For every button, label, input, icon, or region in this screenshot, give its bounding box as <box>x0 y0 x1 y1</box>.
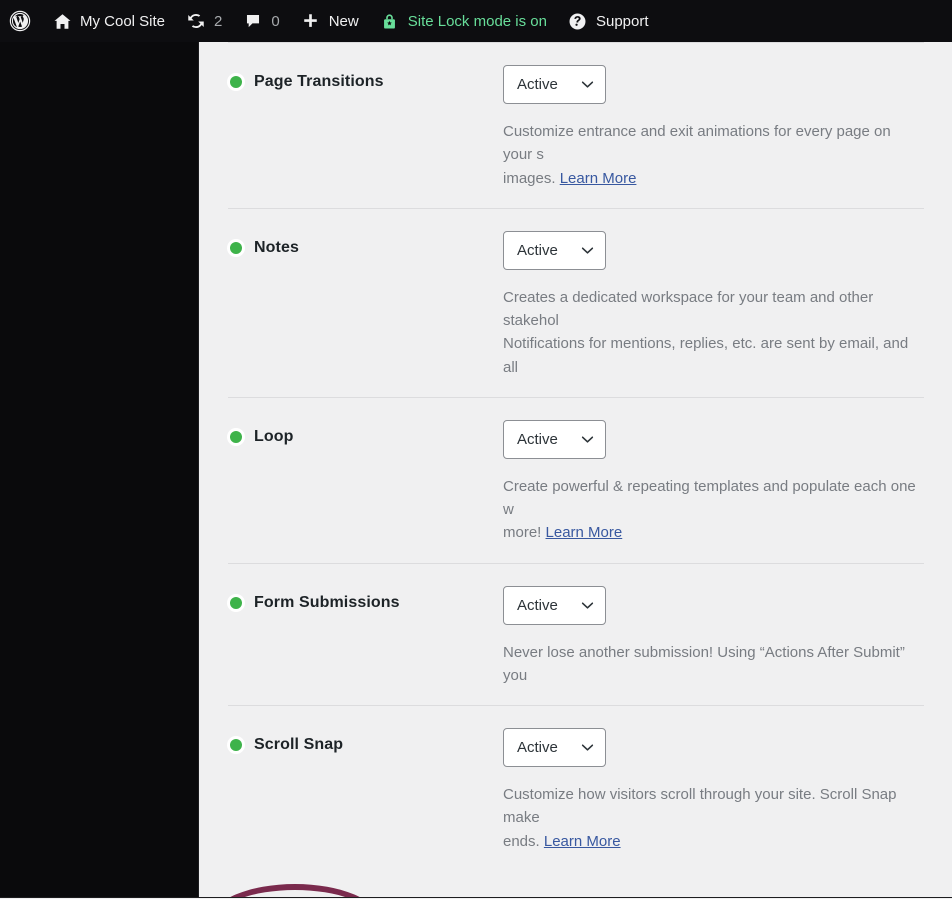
chevron-down-icon <box>581 433 594 446</box>
site-lock-menu[interactable]: Site Lock mode is on <box>369 0 557 42</box>
chevron-down-icon <box>581 741 594 754</box>
highlight-ellipse-annotation <box>211 883 379 897</box>
feature-control-cell: Active Create powerful & repeating templ… <box>503 419 924 545</box>
comments-menu[interactable]: 0 <box>232 0 289 42</box>
support-label: Support <box>595 12 649 30</box>
feature-description: Create powerful & repeating templates an… <box>503 475 924 545</box>
site-lock-label: Site Lock mode is on <box>407 12 547 30</box>
comment-bubble-icon <box>242 10 264 32</box>
feature-status-select[interactable]: Active <box>503 585 606 625</box>
chevron-down-icon <box>581 244 594 257</box>
feature-description-line2: more! <box>503 524 546 542</box>
feature-label-cell: Loop <box>228 420 503 446</box>
status-dot-icon <box>230 739 242 751</box>
site-name-menu[interactable]: My Cool Site <box>41 0 175 42</box>
feature-row: Loop Active Create powerful & repeating … <box>228 396 924 563</box>
status-dot-icon <box>230 76 242 88</box>
feature-description-line1: Creates a dedicated workspace for your t… <box>503 288 878 329</box>
feature-name: Notes <box>254 238 299 256</box>
submit-area: Save Changes <box>200 871 952 897</box>
learn-more-link[interactable]: Learn More <box>546 524 623 541</box>
feature-status-select[interactable]: Active <box>503 65 606 104</box>
feature-label-cell: Form Submissions <box>228 586 503 612</box>
updates-refresh-icon <box>185 10 207 32</box>
feature-description: Customize how visitors scroll through yo… <box>503 783 924 853</box>
feature-status-value: Active <box>517 241 558 259</box>
feature-description: Never lose another submission! Using “Ac… <box>503 641 924 688</box>
feature-row: Notes Active Creates a dedicated workspa… <box>228 207 924 397</box>
feature-description-line1: Never lose another submission! Using “Ac… <box>503 643 910 684</box>
chevron-down-icon <box>581 78 594 91</box>
feature-row: Page Transitions Active Customize entran… <box>228 42 924 208</box>
browser-viewport: My Cool Site 2 0 New Site Lock mode is o… <box>0 0 952 899</box>
feature-label-cell: Scroll Snap <box>228 728 503 754</box>
new-content-menu[interactable]: New <box>290 0 369 42</box>
feature-status-select[interactable]: Active <box>503 419 606 459</box>
wp-logo-menu[interactable] <box>0 0 41 42</box>
feature-label-cell: Page Transitions <box>228 65 503 91</box>
feature-row: Form Submissions Active Never lose anoth… <box>228 562 924 706</box>
wp-admin-bar: My Cool Site 2 0 New Site Lock mode is o… <box>0 0 952 42</box>
home-icon <box>51 10 73 32</box>
feature-status-value: Active <box>517 596 558 614</box>
feature-name: Form Submissions <box>254 593 400 611</box>
feature-description-line1: Customize how visitors scroll through yo… <box>503 786 901 827</box>
viewport-bottom-border <box>0 897 952 898</box>
learn-more-link[interactable]: Learn More <box>560 170 637 187</box>
updates-menu[interactable]: 2 <box>175 0 232 42</box>
question-mark-circle-icon <box>567 10 589 32</box>
feature-control-cell: Active Creates a dedicated workspace for… <box>503 230 924 379</box>
feature-status-value: Active <box>517 430 558 448</box>
lock-star-icon <box>379 10 401 32</box>
feature-status-value: Active <box>517 739 558 756</box>
features-settings-table: Page Transitions Active Customize entran… <box>200 42 924 871</box>
support-menu[interactable]: Support <box>557 0 659 42</box>
feature-row: Scroll Snap Active Customize how visitor… <box>228 705 924 871</box>
feature-control-cell: Active Customize entrance and exit anima… <box>503 65 924 190</box>
status-dot-icon <box>230 596 242 609</box>
new-content-label: New <box>328 12 359 30</box>
feature-description: Customize entrance and exit animations f… <box>503 120 924 190</box>
learn-more-link[interactable]: Learn More <box>544 833 621 850</box>
admin-sidebar-menu[interactable] <box>0 42 199 897</box>
feature-control-cell: Active Never lose another submission! Us… <box>503 585 924 688</box>
feature-description-line1: Create powerful & repeating templates an… <box>503 477 920 518</box>
feature-description-line2: images. <box>503 169 560 187</box>
feature-description-line2: ends. <box>503 832 544 850</box>
comments-count: 0 <box>271 12 280 30</box>
chevron-down-icon <box>581 599 594 612</box>
feature-description: Creates a dedicated workspace for your t… <box>503 286 924 379</box>
feature-description-line2: Notifications for mentions, replies, etc… <box>503 335 913 376</box>
feature-label-cell: Notes <box>228 231 503 257</box>
status-dot-icon <box>230 430 242 443</box>
feature-name: Page Transitions <box>254 73 384 90</box>
feature-control-cell: Active Customize how visitors scroll thr… <box>503 728 924 853</box>
feature-status-select[interactable]: Active <box>503 230 606 270</box>
wordpress-logo-icon <box>9 10 31 32</box>
status-dot-icon <box>230 241 242 254</box>
feature-name: Scroll Snap <box>254 736 344 753</box>
settings-main-content: Page Transitions Active Customize entran… <box>200 42 952 897</box>
site-name-label: My Cool Site <box>80 12 166 30</box>
feature-description-line1: Customize entrance and exit animations f… <box>503 123 895 164</box>
feature-name: Loop <box>254 427 294 445</box>
feature-status-select[interactable]: Active <box>503 728 606 767</box>
updates-count: 2 <box>214 12 223 30</box>
feature-status-value: Active <box>517 76 558 93</box>
plus-icon <box>300 10 322 32</box>
